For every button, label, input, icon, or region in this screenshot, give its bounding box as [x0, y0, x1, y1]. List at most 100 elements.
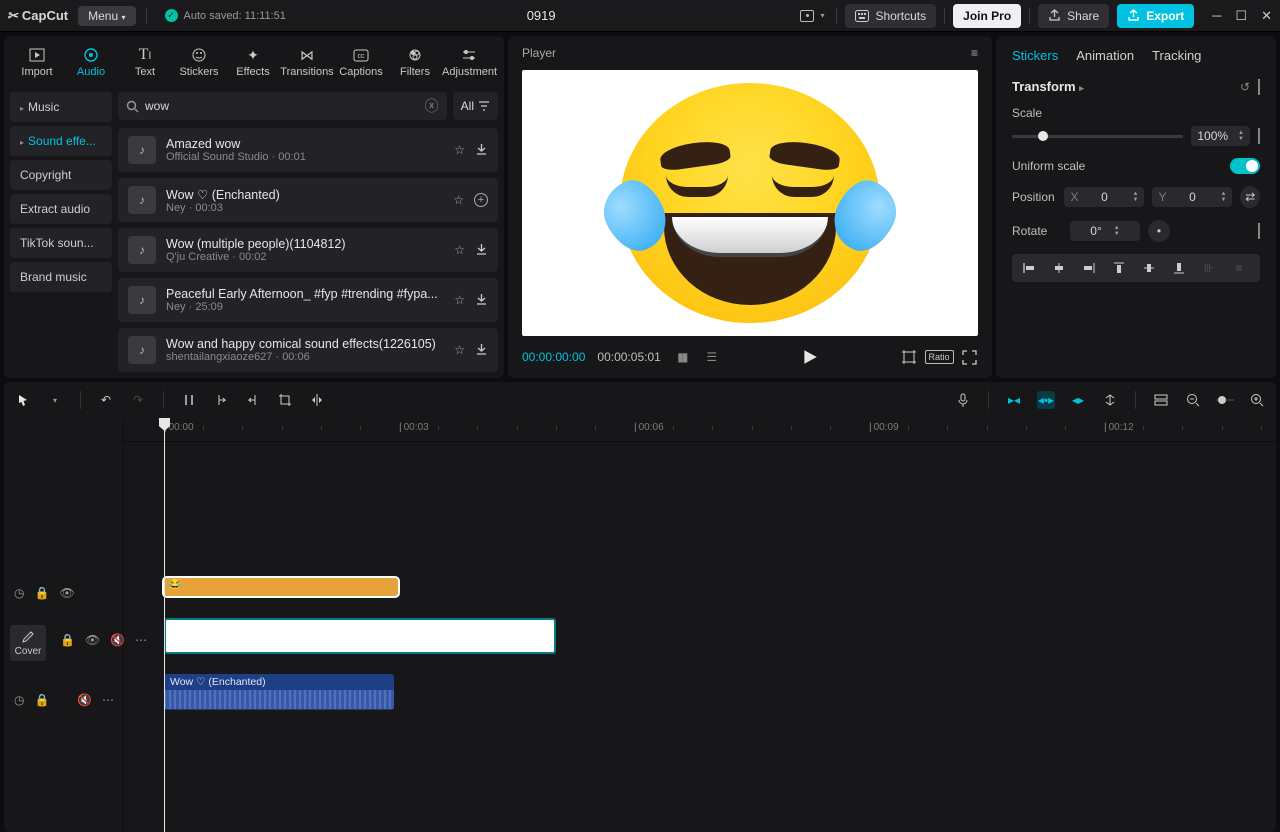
- lib-tab-transitions[interactable]: ⋈Transitions: [280, 42, 334, 86]
- clear-search-button[interactable]: ⓧ: [425, 96, 439, 116]
- share-button[interactable]: Share: [1038, 4, 1109, 28]
- favorite-icon[interactable]: ☆: [454, 343, 465, 357]
- distribute-v-icon[interactable]: ≡: [1226, 258, 1252, 278]
- inspector-tab-animation[interactable]: Animation: [1076, 48, 1134, 63]
- zoom-out-icon[interactable]: [1184, 391, 1202, 409]
- favorite-icon[interactable]: ☆: [454, 143, 465, 157]
- linkage-icon[interactable]: ◂▸: [1069, 391, 1087, 409]
- align-vcenter-icon[interactable]: [1136, 258, 1162, 278]
- rotate-dial-icon[interactable]: •: [1148, 220, 1170, 242]
- pointer-menu-icon[interactable]: ▾: [46, 391, 64, 409]
- sticker-clip[interactable]: 😂: [164, 578, 398, 596]
- download-icon[interactable]: [475, 343, 488, 357]
- zoom-in-icon[interactable]: [1248, 391, 1266, 409]
- close-button[interactable]: ✕: [1261, 8, 1272, 24]
- align-hcenter-icon[interactable]: [1046, 258, 1072, 278]
- result-item[interactable]: ♪Wow (multiple people)(1104812)Q'ju Crea…: [118, 228, 498, 272]
- mic-icon[interactable]: [954, 391, 972, 409]
- result-item[interactable]: ♪Amazed wowOfficial Sound Studio · 00:01…: [118, 128, 498, 172]
- clock-icon[interactable]: ◷: [14, 586, 24, 600]
- clock-icon[interactable]: ◷: [14, 693, 24, 707]
- favorite-icon[interactable]: ☆: [454, 243, 465, 257]
- position-x-input[interactable]: X0▲▼: [1064, 187, 1144, 207]
- player-menu-icon[interactable]: ≡: [971, 46, 978, 60]
- download-icon[interactable]: [475, 143, 488, 157]
- search-input[interactable]: [145, 99, 419, 113]
- favorite-icon[interactable]: ☆: [454, 293, 465, 307]
- split-left-icon[interactable]: [212, 391, 230, 409]
- export-button[interactable]: Export: [1117, 4, 1194, 28]
- inspector-tab-stickers[interactable]: Stickers: [1012, 48, 1058, 63]
- play-button[interactable]: [801, 348, 819, 366]
- list-icon[interactable]: ☰: [703, 348, 721, 366]
- zoom-slider[interactable]: [1216, 391, 1234, 409]
- ratio-button[interactable]: Ratio: [930, 348, 948, 366]
- keyframe-icon[interactable]: [1258, 80, 1260, 94]
- minimize-button[interactable]: ─: [1212, 8, 1221, 24]
- lib-tab-text[interactable]: TIText: [118, 42, 172, 86]
- category-sound-effe-[interactable]: ▸Sound effe...: [10, 126, 112, 156]
- add-icon[interactable]: +: [474, 193, 488, 207]
- lib-tab-effects[interactable]: ✦Effects: [226, 42, 280, 86]
- lock-icon[interactable]: 🔒: [34, 586, 49, 600]
- crop-icon[interactable]: [276, 391, 294, 409]
- favorite-icon[interactable]: ☆: [453, 193, 464, 207]
- download-icon[interactable]: [475, 243, 488, 257]
- pointer-tool-icon[interactable]: [14, 391, 32, 409]
- category-copyright[interactable]: Copyright: [10, 160, 112, 190]
- lib-tab-audio[interactable]: Audio: [64, 42, 118, 86]
- align-top-icon[interactable]: [1106, 258, 1132, 278]
- magnet-main-icon[interactable]: ▸◂: [1005, 391, 1023, 409]
- result-item[interactable]: ♪Wow ♡ (Enchanted)Ney · 00:03☆+: [118, 178, 498, 222]
- maximize-button[interactable]: ☐: [1235, 8, 1247, 24]
- inspector-tab-tracking[interactable]: Tracking: [1152, 48, 1201, 63]
- cover-button[interactable]: Cover: [10, 625, 46, 661]
- link-icon[interactable]: ⇄: [1240, 186, 1260, 208]
- align-right-icon[interactable]: [1076, 258, 1102, 278]
- split-right-icon[interactable]: [244, 391, 262, 409]
- lock-icon[interactable]: 🔒: [34, 693, 49, 707]
- distribute-h-icon[interactable]: ⊪: [1196, 258, 1222, 278]
- aspect-button[interactable]: ▾: [796, 7, 828, 25]
- position-y-input[interactable]: Y0▲▼: [1152, 187, 1232, 207]
- fullscreen-icon[interactable]: [960, 348, 978, 366]
- playhead[interactable]: [164, 418, 165, 832]
- more-icon[interactable]: ⋯: [102, 693, 114, 707]
- lock-icon[interactable]: 🔒: [60, 633, 75, 647]
- result-item[interactable]: ♪Peaceful Early Afternoon_ #fyp #trendin…: [118, 278, 498, 322]
- track-settings-icon[interactable]: [1152, 391, 1170, 409]
- lib-tab-stickers[interactable]: Stickers: [172, 42, 226, 86]
- shortcuts-button[interactable]: Shortcuts: [845, 4, 936, 28]
- eye-icon[interactable]: 👁: [85, 633, 100, 647]
- snapshot-icon[interactable]: [900, 348, 918, 366]
- mute-icon[interactable]: 🔇: [77, 693, 92, 707]
- magnet-track-icon[interactable]: ◂▪▸: [1037, 391, 1055, 409]
- align-left-icon[interactable]: [1016, 258, 1042, 278]
- lib-tab-adjustment[interactable]: Adjustment: [442, 42, 496, 86]
- eye-icon[interactable]: 👁: [59, 586, 74, 600]
- result-item[interactable]: ♪Wow and happy comical sound effects(122…: [118, 328, 498, 372]
- lib-tab-captions[interactable]: ccCaptions: [334, 42, 388, 86]
- category-extract-audio[interactable]: Extract audio: [10, 194, 112, 224]
- download-icon[interactable]: [475, 293, 488, 307]
- mirror-icon[interactable]: [308, 391, 326, 409]
- lib-tab-filters[interactable]: Filters: [388, 42, 442, 86]
- split-icon[interactable]: [180, 391, 198, 409]
- rotate-input[interactable]: 0°▲▼: [1070, 221, 1140, 241]
- filter-all-button[interactable]: All: [453, 92, 498, 120]
- mute-icon[interactable]: 🔇: [110, 633, 125, 647]
- keyframe-icon[interactable]: [1258, 129, 1260, 143]
- video-clip[interactable]: white00:00:05:01: [164, 618, 556, 654]
- redo-icon[interactable]: ↷: [129, 391, 147, 409]
- category-tiktok-soun-[interactable]: TikTok soun...: [10, 228, 112, 258]
- join-pro-button[interactable]: Join Pro: [953, 4, 1021, 28]
- uniform-scale-toggle[interactable]: [1230, 158, 1260, 174]
- preview-axis-icon[interactable]: [1101, 391, 1119, 409]
- compare-icon[interactable]: ▮▮: [673, 348, 691, 366]
- reset-icon[interactable]: ↺: [1240, 80, 1250, 94]
- undo-icon[interactable]: ↶: [97, 391, 115, 409]
- player-canvas[interactable]: [522, 70, 978, 336]
- scale-slider[interactable]: [1012, 135, 1183, 138]
- category-music[interactable]: ▸Music: [10, 92, 112, 122]
- menu-button[interactable]: Menu ▾: [78, 6, 135, 26]
